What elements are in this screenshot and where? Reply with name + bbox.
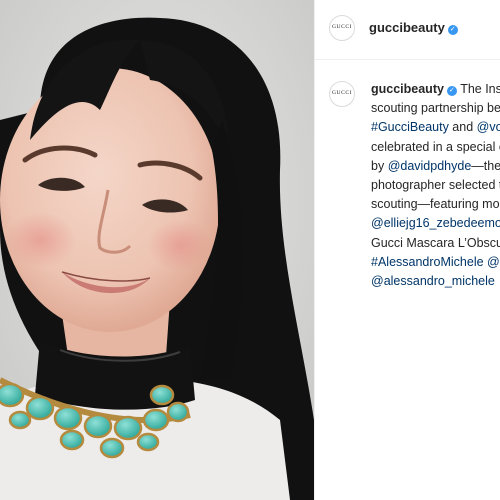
caption-line-9: Gucci Mascara L’Obscur. [371, 235, 500, 250]
caption-line-6: photographer selected th [371, 178, 500, 193]
caption-line-7: scouting—featuring mod [371, 197, 500, 212]
caption-line-1: The Insta [460, 82, 500, 96]
portrait-image [0, 0, 314, 500]
caption-line-2: scouting partnership bet [371, 101, 500, 116]
mention-gucci[interactable]: @g [487, 255, 500, 269]
avatar-logo: GUCCI [331, 90, 353, 97]
mention-elliejg16[interactable]: @elliejg16_zebedeemod [371, 214, 500, 233]
caption-line-5-by: by [371, 158, 388, 173]
caption-line-5-rest: —the [471, 158, 500, 173]
caption-panel: GUCCI guccibeauty✓ The Insta scouting pa… [315, 60, 500, 500]
verified-badge-icon: ✓ [447, 25, 458, 35]
mention-alessandro-michele[interactable]: @alessandro_michele [371, 272, 500, 291]
caption-username[interactable]: guccibeauty [371, 82, 444, 96]
caption-avatar[interactable]: GUCCI [329, 81, 355, 107]
mention-davidpdhyde[interactable]: @davidpdhyde [388, 159, 472, 173]
caption-line-4: celebrated in a special ed [371, 139, 500, 154]
avatar-logo: GUCCI [331, 24, 353, 31]
mention-vogue[interactable]: @vog [477, 120, 500, 134]
caption-text: guccibeauty✓ The Insta scouting partners… [371, 80, 500, 291]
header-username[interactable]: guccibeauty ✓ [369, 20, 458, 35]
avatar[interactable]: GUCCI [329, 15, 355, 41]
verified-badge-icon: ✓ [446, 86, 457, 96]
caption-line-3-and: and [448, 120, 477, 135]
hashtag-guccibeauty[interactable]: #GucciBeauty [371, 120, 449, 134]
post-photo[interactable] [0, 0, 314, 500]
post-header: GUCCI guccibeauty ✓ [315, 0, 500, 60]
username-label[interactable]: guccibeauty [369, 20, 445, 35]
hashtag-alessandromichele[interactable]: #AlessandroMichele [371, 255, 484, 269]
